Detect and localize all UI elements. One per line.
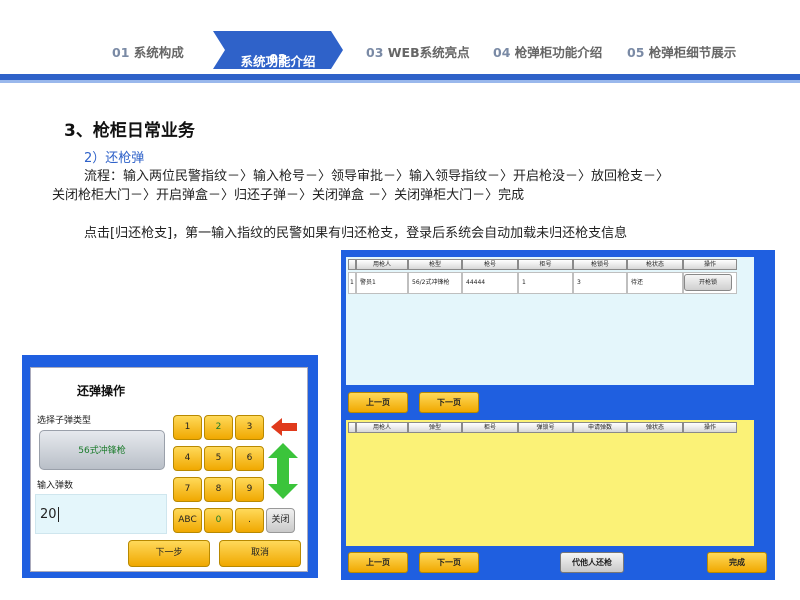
ammo-count-label: 输入弹数 (37, 481, 74, 491)
ammo-table-header-cabinet: 柜号 (462, 422, 518, 433)
ammo-type-label: 选择子弹类型 (37, 416, 92, 426)
dialog-title: 还弹操作 (76, 384, 125, 398)
key-0[interactable]: 0 (204, 508, 233, 533)
ammo-table-header-type: 弹型 (408, 422, 462, 433)
key-dot[interactable]: . (235, 508, 264, 533)
cell-gun-no: 44444 (462, 272, 518, 294)
key-7[interactable]: 7 (173, 477, 202, 502)
row-number: 1 (348, 272, 356, 294)
gun-table-header-model: 枪型 (408, 259, 462, 270)
gun-next-page-button[interactable]: 下一页 (419, 392, 479, 413)
gun-table-header-user: 用枪人 (356, 259, 408, 270)
header-divider-light (0, 80, 800, 83)
key-2[interactable]: 2 (204, 415, 233, 440)
ammo-table-header-status: 弹状态 (627, 422, 683, 433)
ammo-prev-page-button[interactable]: 上一页 (348, 552, 408, 573)
backspace-arrow-icon[interactable] (271, 418, 297, 436)
ammo-next-page-button[interactable]: 下一页 (419, 552, 479, 573)
row-number-header (348, 259, 356, 270)
instruction-text: 点击[归还枪支]，第一输入指纹的民警如果有归还枪支，登录后系统会自动加载未归还枪… (84, 226, 628, 241)
gun-table-header-cabinet: 柜号 (518, 259, 573, 270)
key-8[interactable]: 8 (204, 477, 233, 502)
unlock-gun-button[interactable]: 开枪锁 (684, 274, 732, 291)
nav-item-cabinet-details[interactable]: 05 枪弹柜细节展示 (627, 42, 736, 61)
flow-description-line2: 关闭枪柜大门－〉开启弹盒－〉归还子弹－〉关闭弹盒 －〉关闭弹柜大门－〉完成 (52, 188, 525, 203)
gun-table-header-lock: 枪锁号 (573, 259, 627, 270)
header-nav: 01 系统构成 02 系统功能介绍 03 WEB系统亮点 04 枪弹柜功能介绍 … (0, 0, 800, 82)
cancel-button[interactable]: 取消 (219, 540, 301, 567)
flow-description-line1: 流程：输入两位民警指纹－〉输入枪号－〉领导审批－〉输入领导指纹－〉开启枪没－〉放… (84, 169, 670, 184)
gun-table-header-gun-no: 枪号 (462, 259, 518, 270)
key-abc[interactable]: ABC (173, 508, 202, 533)
ammo-count-input[interactable]: 20​ (35, 494, 167, 534)
cell-model: 56/2式冲锋枪 (408, 272, 462, 294)
row-number-header (348, 422, 356, 433)
up-arrow-icon[interactable] (268, 443, 298, 471)
table-row[interactable]: 1 警员1 56/2式冲锋枪 44444 1 3 待还 (348, 272, 737, 294)
key-5[interactable]: 5 (204, 446, 233, 471)
down-arrow-icon[interactable] (268, 471, 298, 499)
ammo-table-header: 用枪人 弹型 柜号 弹锁号 申请弹数 弹状态 操作 (348, 422, 737, 433)
ammo-type-select[interactable]: 56式冲锋枪 (39, 430, 165, 470)
return-ammo-dialog: 还弹操作 选择子弹类型 56式冲锋枪 输入弹数 20​ 1 2 3 4 5 6 … (30, 367, 308, 572)
key-1[interactable]: 1 (173, 415, 202, 440)
proxy-return-button[interactable]: 代他人还枪 (560, 552, 624, 573)
key-6[interactable]: 6 (235, 446, 264, 471)
section-title: 3、枪柜日常业务 (64, 121, 195, 141)
finish-button[interactable]: 完成 (707, 552, 767, 573)
nav-item-system-structure[interactable]: 01 系统构成 (112, 42, 184, 61)
sub-title: 2）还枪弹 (84, 151, 145, 166)
gun-table-header-action: 操作 (683, 259, 737, 270)
key-close[interactable]: 关闭 (266, 508, 295, 533)
next-step-button[interactable]: 下一步 (128, 540, 210, 567)
nav-item-cabinet-functions[interactable]: 04 枪弹柜功能介绍 (493, 42, 602, 61)
key-4[interactable]: 4 (173, 446, 202, 471)
ammo-table-area: 用枪人 弹型 柜号 弹锁号 申请弹数 弹状态 操作 (346, 420, 754, 546)
gun-table-header-status: 枪状态 (627, 259, 683, 270)
key-3[interactable]: 3 (235, 415, 264, 440)
ammo-table-header-requested: 申请弹数 (573, 422, 627, 433)
key-9[interactable]: 9 (235, 477, 264, 502)
gun-prev-page-button[interactable]: 上一页 (348, 392, 408, 413)
text-cursor: ​ (57, 507, 59, 522)
cell-lock-no: 3 (573, 272, 627, 294)
ammo-table-header-user: 用枪人 (356, 422, 408, 433)
ammo-table-header-lock: 弹锁号 (518, 422, 573, 433)
cell-status: 待还 (627, 272, 683, 294)
gun-table-area: 用枪人 枪型 枪号 柜号 枪锁号 枪状态 操作 1 警员1 56/2式冲锋枪 4… (346, 257, 754, 385)
gun-table-header: 用枪人 枪型 枪号 柜号 枪锁号 枪状态 操作 (348, 259, 737, 270)
cell-cabinet: 1 (518, 272, 573, 294)
ammo-table-header-action: 操作 (683, 422, 737, 433)
nav-item-web-highlights[interactable]: 03 WEB系统亮点 (366, 42, 470, 61)
nav-item-system-functions[interactable]: 02 系统功能介绍 (213, 31, 343, 69)
cell-user: 警员1 (356, 272, 408, 294)
